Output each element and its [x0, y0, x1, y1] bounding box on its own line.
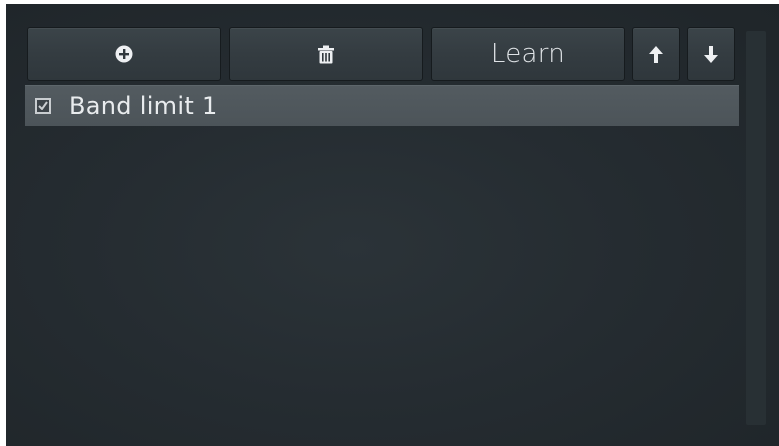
- trash-icon: [317, 45, 335, 64]
- band-limit-panel: Learn Band limit 1: [6, 4, 779, 446]
- plus-circle-icon: [115, 45, 133, 63]
- list-item-label: Band limit 1: [69, 92, 218, 120]
- learn-button[interactable]: Learn: [431, 27, 625, 81]
- arrow-up-icon: [649, 45, 663, 63]
- delete-button[interactable]: [229, 27, 423, 81]
- arrow-down-icon: [704, 45, 718, 63]
- list-item[interactable]: Band limit 1: [25, 85, 739, 126]
- list-scrollbar[interactable]: [746, 31, 766, 425]
- item-checkbox[interactable]: [35, 98, 51, 114]
- band-list: Band limit 1: [25, 85, 739, 426]
- learn-button-label: Learn: [490, 39, 566, 69]
- move-down-button[interactable]: [687, 27, 735, 81]
- checkmark-icon: [38, 97, 48, 115]
- add-button[interactable]: [27, 27, 221, 81]
- move-up-button[interactable]: [632, 27, 680, 81]
